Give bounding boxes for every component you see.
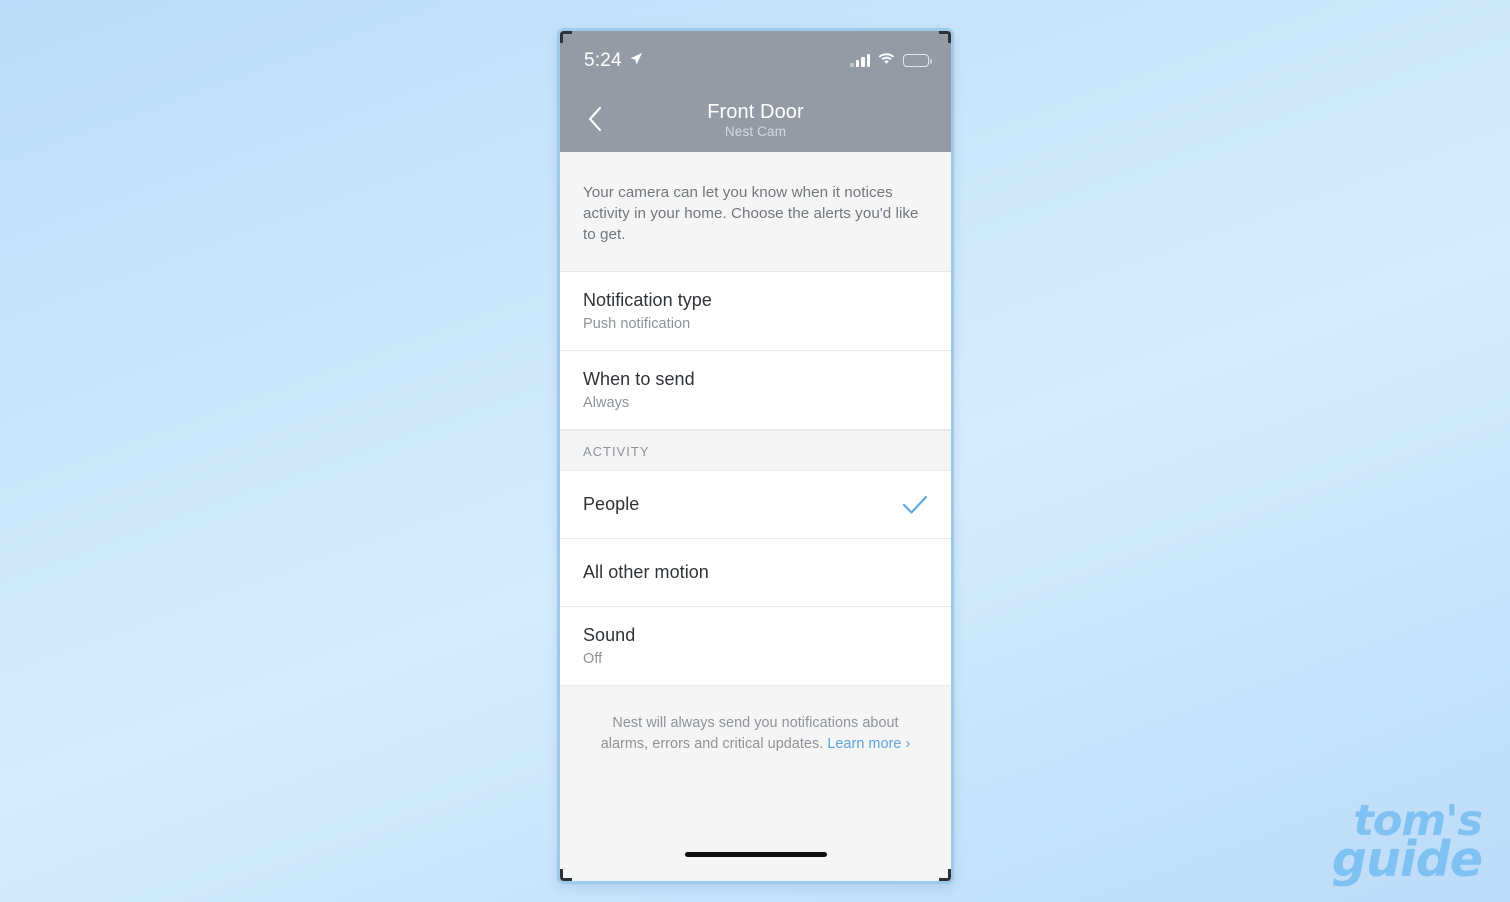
status-bar: 5:24 — [560, 31, 951, 90]
watermark-line-2: guide — [1331, 830, 1483, 888]
row-title: All other motion — [583, 562, 709, 582]
row-title: Sound — [583, 625, 636, 645]
section-header-activity: ACTIVITY — [560, 430, 951, 471]
settings-content: Your camera can let you know when it not… — [560, 152, 951, 847]
location-arrow-icon — [629, 50, 643, 72]
activity-row-people[interactable]: People — [560, 471, 951, 539]
row-title: Notification type — [583, 290, 712, 310]
row-title: When to send — [583, 369, 695, 389]
settings-row-notification-type[interactable]: Notification type Push notification — [560, 272, 951, 351]
navigation-bar: Front Door Nest Cam — [560, 90, 951, 152]
chevron-left-icon — [587, 105, 604, 138]
phone-screen: 5:24 Front Door Nest Cam Your camera can… — [560, 31, 951, 881]
status-bar-left: 5:24 — [584, 50, 643, 72]
row-subtitle: Push notification — [583, 316, 691, 332]
back-button[interactable] — [578, 104, 612, 138]
phone-device-frame: 5:24 Front Door Nest Cam Your camera can… — [557, 28, 954, 884]
intro-description: Your camera can let you know when it not… — [560, 152, 951, 272]
row-title: People — [583, 494, 640, 514]
toms-guide-watermark: tom's guide — [1331, 799, 1483, 888]
learn-more-label: Learn more — [827, 736, 906, 752]
status-time-label: 5:24 — [584, 49, 622, 71]
learn-more-link[interactable]: Learn more › — [827, 736, 910, 752]
home-indicator-area — [560, 847, 951, 881]
page-title: Front Door — [707, 101, 804, 123]
footer-note: Nest will always send you notifications … — [560, 686, 951, 755]
row-subtitle: Off — [583, 651, 603, 667]
nav-title-group: Front Door Nest Cam — [560, 101, 951, 141]
activity-row-sound[interactable]: Sound Off — [560, 607, 951, 686]
battery-full-icon — [903, 54, 932, 67]
cellular-signal-icon — [850, 54, 870, 67]
activity-row-all-other-motion[interactable]: All other motion — [560, 539, 951, 607]
row-subtitle: Always — [583, 395, 630, 411]
checkmark-icon — [902, 494, 928, 516]
status-bar-right — [850, 52, 932, 70]
home-indicator-bar[interactable] — [684, 852, 827, 857]
settings-row-when-to-send[interactable]: When to send Always — [560, 351, 951, 430]
chevron-right-icon: › — [905, 736, 911, 752]
page-subtitle: Nest Cam — [724, 124, 787, 139]
wifi-icon — [878, 52, 895, 70]
